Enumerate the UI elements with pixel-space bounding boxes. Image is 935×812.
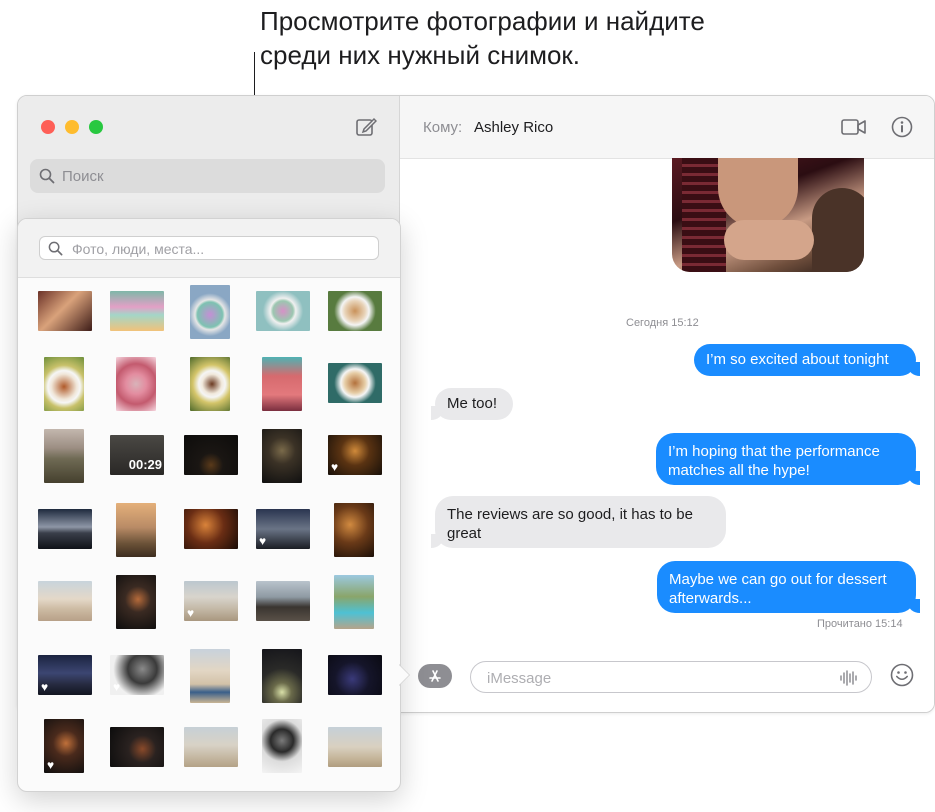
photo-thumbnail[interactable] [328, 655, 382, 695]
photo-thumbnail[interactable] [116, 575, 156, 629]
search-icon [39, 168, 55, 184]
photo-thumbnail[interactable] [44, 429, 84, 483]
message-input[interactable] [485, 667, 829, 689]
emoji-icon[interactable] [890, 663, 914, 687]
photo-thumbnail[interactable] [334, 503, 374, 557]
photo-thumbnail[interactable] [190, 357, 230, 411]
photo-thumbnail[interactable] [256, 581, 310, 621]
photo-thumbnail[interactable] [116, 357, 156, 411]
to-label: Кому: [423, 119, 463, 136]
message-input-field [470, 661, 872, 693]
photo-thumbnail[interactable] [110, 727, 164, 767]
photo-thumbnail[interactable] [256, 291, 310, 331]
photo-thumbnail[interactable] [328, 363, 382, 403]
favorite-heart-icon: ♥ [113, 680, 121, 694]
photos-search-field [39, 236, 379, 260]
photo-thumbnail[interactable] [334, 575, 374, 629]
sidebar-search-placeholder: Поиск [62, 168, 104, 185]
photo-thumbnail[interactable] [44, 357, 84, 411]
photo-thumbnail[interactable]: ♥ [328, 435, 382, 475]
photo-thumbnail[interactable] [190, 285, 230, 339]
message-bubble-outgoing[interactable]: Maybe we can go out for dessert afterwar… [657, 561, 920, 613]
photo-thumbnail[interactable]: ♥ [38, 655, 92, 695]
callout-line-2: среди них нужный снимок. [260, 40, 581, 70]
close-button[interactable] [41, 120, 55, 134]
timestamp: Сегодня 15:12 [626, 317, 699, 329]
photo-thumbnail[interactable]: ♥ [110, 655, 164, 695]
photo-thumbnail[interactable] [38, 581, 92, 621]
favorite-heart-icon: ♥ [41, 680, 49, 694]
popover-arrow [398, 664, 409, 686]
recipient-name[interactable]: Ashley Rico [474, 119, 553, 136]
compose-icon[interactable] [355, 116, 378, 138]
read-receipt: Прочитано 15:14 [817, 618, 903, 630]
favorite-heart-icon: ♥ [259, 534, 267, 548]
zoom-button[interactable] [89, 120, 103, 134]
photo-thumbnail[interactable] [262, 719, 302, 773]
conversation-pane: Кому: Ashley Rico Сегодня 15:12 I’m so e… [400, 96, 934, 712]
video-thumbnail[interactable]: 00:29 [110, 435, 164, 475]
video-camera-icon[interactable] [841, 117, 867, 137]
photo-thumbnail[interactable] [184, 509, 238, 549]
photo-thumbnail[interactable] [184, 727, 238, 767]
video-duration: 00:29 [128, 457, 162, 472]
info-icon[interactable] [891, 116, 913, 138]
photos-picker-header [18, 219, 400, 278]
photo-thumbnail[interactable] [262, 357, 302, 411]
callout-text: Просмотрите фотографии и найдите среди н… [260, 4, 705, 72]
message-bubble-incoming[interactable]: Me too! [431, 388, 513, 420]
photo-thumbnail[interactable]: ♥ [256, 509, 310, 549]
photo-thumbnail[interactable] [190, 649, 230, 703]
photo-thumbnail[interactable] [262, 649, 302, 703]
callout-line-1: Просмотрите фотографии и найдите [260, 6, 705, 36]
photo-thumbnail[interactable] [38, 291, 92, 331]
favorite-heart-icon: ♥ [47, 758, 55, 772]
app-store-button[interactable] [418, 664, 452, 688]
app-store-icon [429, 670, 441, 682]
photo-thumbnail[interactable] [38, 509, 92, 549]
favorite-heart-icon: ♥ [187, 606, 195, 620]
photos-picker-popover: 00:29 ♥ ♥ ♥ ♥ ♥ ♥ [17, 218, 401, 792]
photos-search-input[interactable] [70, 240, 374, 258]
photo-thumbnail[interactable] [328, 291, 382, 331]
photo-message[interactable] [672, 158, 864, 272]
message-bubble-incoming[interactable]: The reviews are so good, it has to be gr… [431, 496, 726, 548]
photo-thumbnail[interactable] [328, 727, 382, 767]
message-bubble-outgoing[interactable]: I’m hoping that the performance matches … [656, 433, 920, 485]
photo-thumbnail[interactable] [116, 503, 156, 557]
photo-thumbnail[interactable] [110, 291, 164, 331]
sidebar-search-field[interactable]: Поиск [30, 159, 385, 193]
photo-thumbnail[interactable] [262, 429, 302, 483]
search-icon [48, 241, 63, 256]
minimize-button[interactable] [65, 120, 79, 134]
photo-thumbnail[interactable] [184, 435, 238, 475]
audio-waveform-icon[interactable] [839, 669, 859, 687]
conversation-header: Кому: Ashley Rico [400, 96, 934, 159]
message-bubble-outgoing[interactable]: I’m so excited about tonight [694, 344, 920, 376]
favorite-heart-icon: ♥ [331, 460, 339, 474]
photo-thumbnail[interactable]: ♥ [44, 719, 84, 773]
photo-thumbnail[interactable]: ♥ [184, 581, 238, 621]
